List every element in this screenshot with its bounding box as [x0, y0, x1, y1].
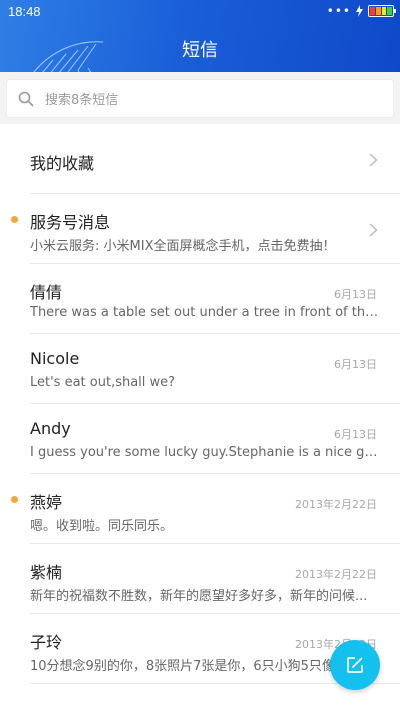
unread-dot	[11, 496, 18, 503]
conversation-preview: There was a table set out under a tree i…	[30, 305, 380, 320]
conversation-name: 紫楠	[30, 563, 63, 582]
compose-button[interactable]	[330, 640, 380, 690]
conversation-date: 6月13日	[334, 288, 377, 301]
unread-dot	[11, 216, 18, 223]
chevron-right-icon	[369, 223, 378, 237]
conversation-preview: 10分想念9别的你，8张照片7张是你，6只小狗5只像你	[30, 659, 348, 674]
conversation-item[interactable]: 倩倩 6月13日 There was a table set out under…	[0, 264, 400, 334]
conversation-name: 服务号消息	[30, 213, 111, 232]
app-header: 18:48 ••• 短信	[0, 0, 400, 72]
conversation-item[interactable]: Andy 6月13日 I guess you're some lucky guy…	[0, 404, 400, 474]
battery-segment	[381, 7, 387, 15]
conversation-name: 燕婷	[30, 493, 63, 512]
service-messages-item[interactable]: 服务号消息 小米云服务: 小米MIX全面屏概念手机，点击免费抽！	[0, 194, 400, 264]
status-icons: •••	[326, 4, 396, 18]
conversation-date: 6月13日	[334, 428, 377, 441]
search-icon	[18, 91, 34, 106]
battery-segment	[370, 7, 375, 15]
favorites-item[interactable]: 我的收藏	[0, 124, 400, 194]
conversation-date: 6月13日	[334, 358, 377, 371]
status-time: 18:48	[8, 4, 41, 19]
signal-icon: •••	[326, 4, 351, 18]
conversation-preview: 小米云服务: 小米MIX全面屏概念手机，点击免费抽！	[30, 239, 336, 254]
battery-icon	[368, 5, 396, 17]
charging-icon	[356, 5, 363, 17]
search-area: 搜索8条短信	[0, 72, 400, 124]
conversation-name: 倩倩	[30, 283, 63, 302]
conversation-item[interactable]: 紫楠 2013年2月22日 新年的祝福数不胜数，新年的愿望好多好多，新年的问候.…	[0, 544, 400, 614]
compose-icon	[347, 657, 363, 673]
conversation-date: 2013年2月22日	[295, 568, 377, 581]
status-bar: 18:48 •••	[0, 0, 400, 24]
conversation-preview: 嗯。收到啦。同乐同乐。	[30, 519, 174, 534]
conversation-name: Andy	[30, 419, 71, 438]
conversation-item[interactable]: 燕婷 2013年2月22日 嗯。收到啦。同乐同乐。	[0, 474, 400, 544]
search-input[interactable]: 搜索8条短信	[7, 80, 393, 117]
conversation-date: 2013年2月22日	[295, 498, 377, 511]
page-title: 短信	[182, 40, 218, 61]
conversation-preview: 新年的祝福数不胜数，新年的愿望好多好多，新年的问候...	[30, 589, 368, 604]
battery-segment	[387, 7, 392, 15]
chevron-right-icon	[369, 153, 378, 167]
conversation-preview: I guess you're some lucky guy.Stephanie …	[30, 445, 380, 460]
conversation-preview: Let's eat out,shall we?	[30, 375, 176, 390]
favorites-label: 我的收藏	[30, 154, 95, 173]
conversation-name: Nicole	[30, 349, 80, 368]
battery-segment	[375, 7, 381, 15]
search-placeholder: 搜索8条短信	[45, 93, 119, 108]
conversation-item[interactable]: Nicole 6月13日 Let's eat out,shall we?	[0, 334, 400, 404]
conversation-name: 子玲	[30, 633, 63, 652]
